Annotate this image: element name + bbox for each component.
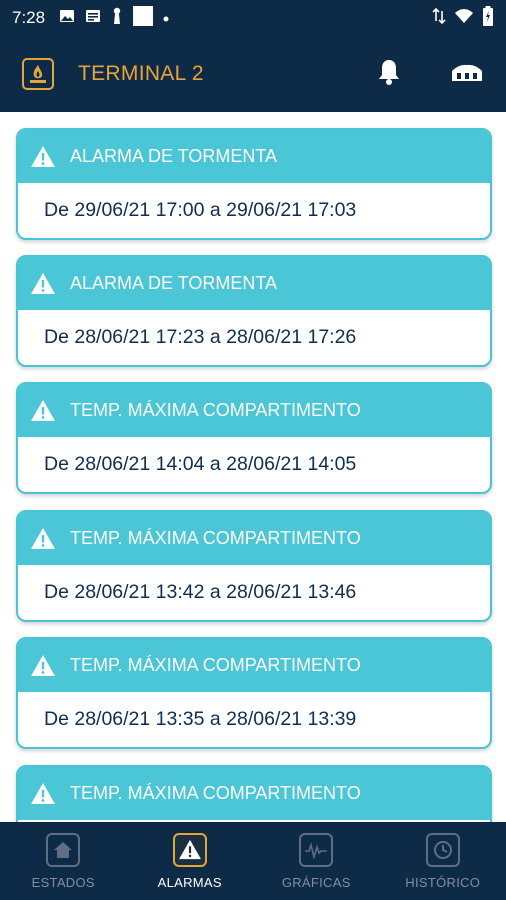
alarm-title: TEMP. MÁXIMA COMPARTIMENTO	[70, 400, 361, 420]
image-icon	[59, 8, 75, 29]
alarm-date-range: De 28/06/21 17:23 a 28/06/21 17:26	[44, 326, 357, 348]
bell-icon[interactable]	[376, 58, 402, 91]
warning-icon	[172, 832, 207, 867]
status-time: 7:28	[12, 8, 46, 27]
alarm-list[interactable]: ALARMA DE TORMENTA De 29/06/21 17:00 a 2…	[0, 112, 506, 822]
alarm-card-header: TEMP. MÁXIMA COMPARTIMENTO	[18, 512, 490, 565]
alarm-date-range: De 29/06/21 17:00 a 29/06/21 17:03	[44, 199, 357, 221]
warning-icon	[30, 272, 56, 295]
news-icon	[85, 8, 101, 29]
app-bar: TERMINAL 2	[0, 36, 506, 112]
alarm-card[interactable]: TEMP. MÁXIMA COMPARTIMENTO	[16, 765, 492, 822]
nav-label: GRÁFICAS	[281, 874, 351, 890]
alarm-date-range: De 28/06/21 14:04 a 28/06/21 14:05	[44, 453, 357, 475]
history-icon	[425, 832, 460, 867]
warning-icon	[30, 399, 56, 422]
alarm-card[interactable]: ALARMA DE TORMENTA De 29/06/21 17:00 a 2…	[16, 128, 492, 240]
chart-icon	[299, 832, 334, 867]
alarm-card-header: TEMP. MÁXIMA COMPARTIMENTO	[18, 639, 490, 692]
alarm-card[interactable]: ALARMA DE TORMENTA De 28/06/21 17:23 a 2…	[16, 255, 492, 367]
battery-icon	[482, 5, 494, 31]
alarm-title: TEMP. MÁXIMA COMPARTIMENTO	[70, 528, 361, 548]
alarm-card[interactable]: TEMP. MÁXIMA COMPARTIMENTO De 28/06/21 1…	[16, 382, 492, 494]
alarm-card[interactable]: TEMP. MÁXIMA COMPARTIMENTO De 28/06/21 1…	[16, 510, 492, 622]
warning-icon	[30, 145, 56, 168]
alarm-card-header: ALARMA DE TORMENTA	[18, 130, 490, 183]
nav-item-historico[interactable]: HISTÓRICO	[380, 822, 506, 900]
alarm-title: TEMP. MÁXIMA COMPARTIMENTO	[70, 783, 361, 803]
terminal-station-icon[interactable]	[450, 61, 484, 88]
alarm-title: ALARMA DE TORMENTA	[70, 146, 278, 166]
nav-item-graficas[interactable]: GRÁFICAS	[253, 822, 380, 900]
warning-icon	[30, 527, 56, 550]
warning-icon	[30, 782, 56, 805]
home-icon	[46, 832, 81, 867]
dot-icon	[163, 9, 169, 27]
nav-label: ESTADOS	[31, 874, 95, 890]
alarm-card-header: TEMP. MÁXIMA COMPARTIMENTO	[18, 767, 490, 820]
alarm-title: ALARMA DE TORMENTA	[70, 273, 278, 293]
alarm-date-range: De 28/06/21 13:42 a 28/06/21 13:46	[44, 581, 357, 603]
alarm-date-range: De 28/06/21 13:35 a 28/06/21 13:39	[44, 708, 357, 730]
nav-label: HISTÓRICO	[405, 874, 481, 890]
alarm-card[interactable]: TEMP. MÁXIMA COMPARTIMENTO De 28/06/21 1…	[16, 637, 492, 749]
wifi-icon	[454, 8, 474, 29]
square-icon	[133, 5, 154, 31]
alarm-card-header: TEMP. MÁXIMA COMPARTIMENTO	[18, 384, 490, 437]
app-logo-icon	[22, 58, 54, 90]
swap-arrows-icon	[432, 7, 446, 30]
warning-icon	[30, 654, 56, 677]
alarm-card-header: ALARMA DE TORMENTA	[18, 257, 490, 310]
nav-item-alarmas[interactable]: ALARMAS	[127, 822, 254, 900]
vpn-key-icon	[111, 7, 123, 30]
bottom-nav: ESTADOS ALARMAS GRÁFICAS HISTÓRICO	[0, 822, 506, 900]
nav-item-estados[interactable]: ESTADOS	[0, 822, 127, 900]
alarm-title: TEMP. MÁXIMA COMPARTIMENTO	[70, 655, 361, 675]
status-bar: 7:28	[0, 0, 506, 36]
nav-label: ALARMAS	[157, 874, 222, 890]
page-title: TERMINAL 2	[78, 62, 204, 85]
